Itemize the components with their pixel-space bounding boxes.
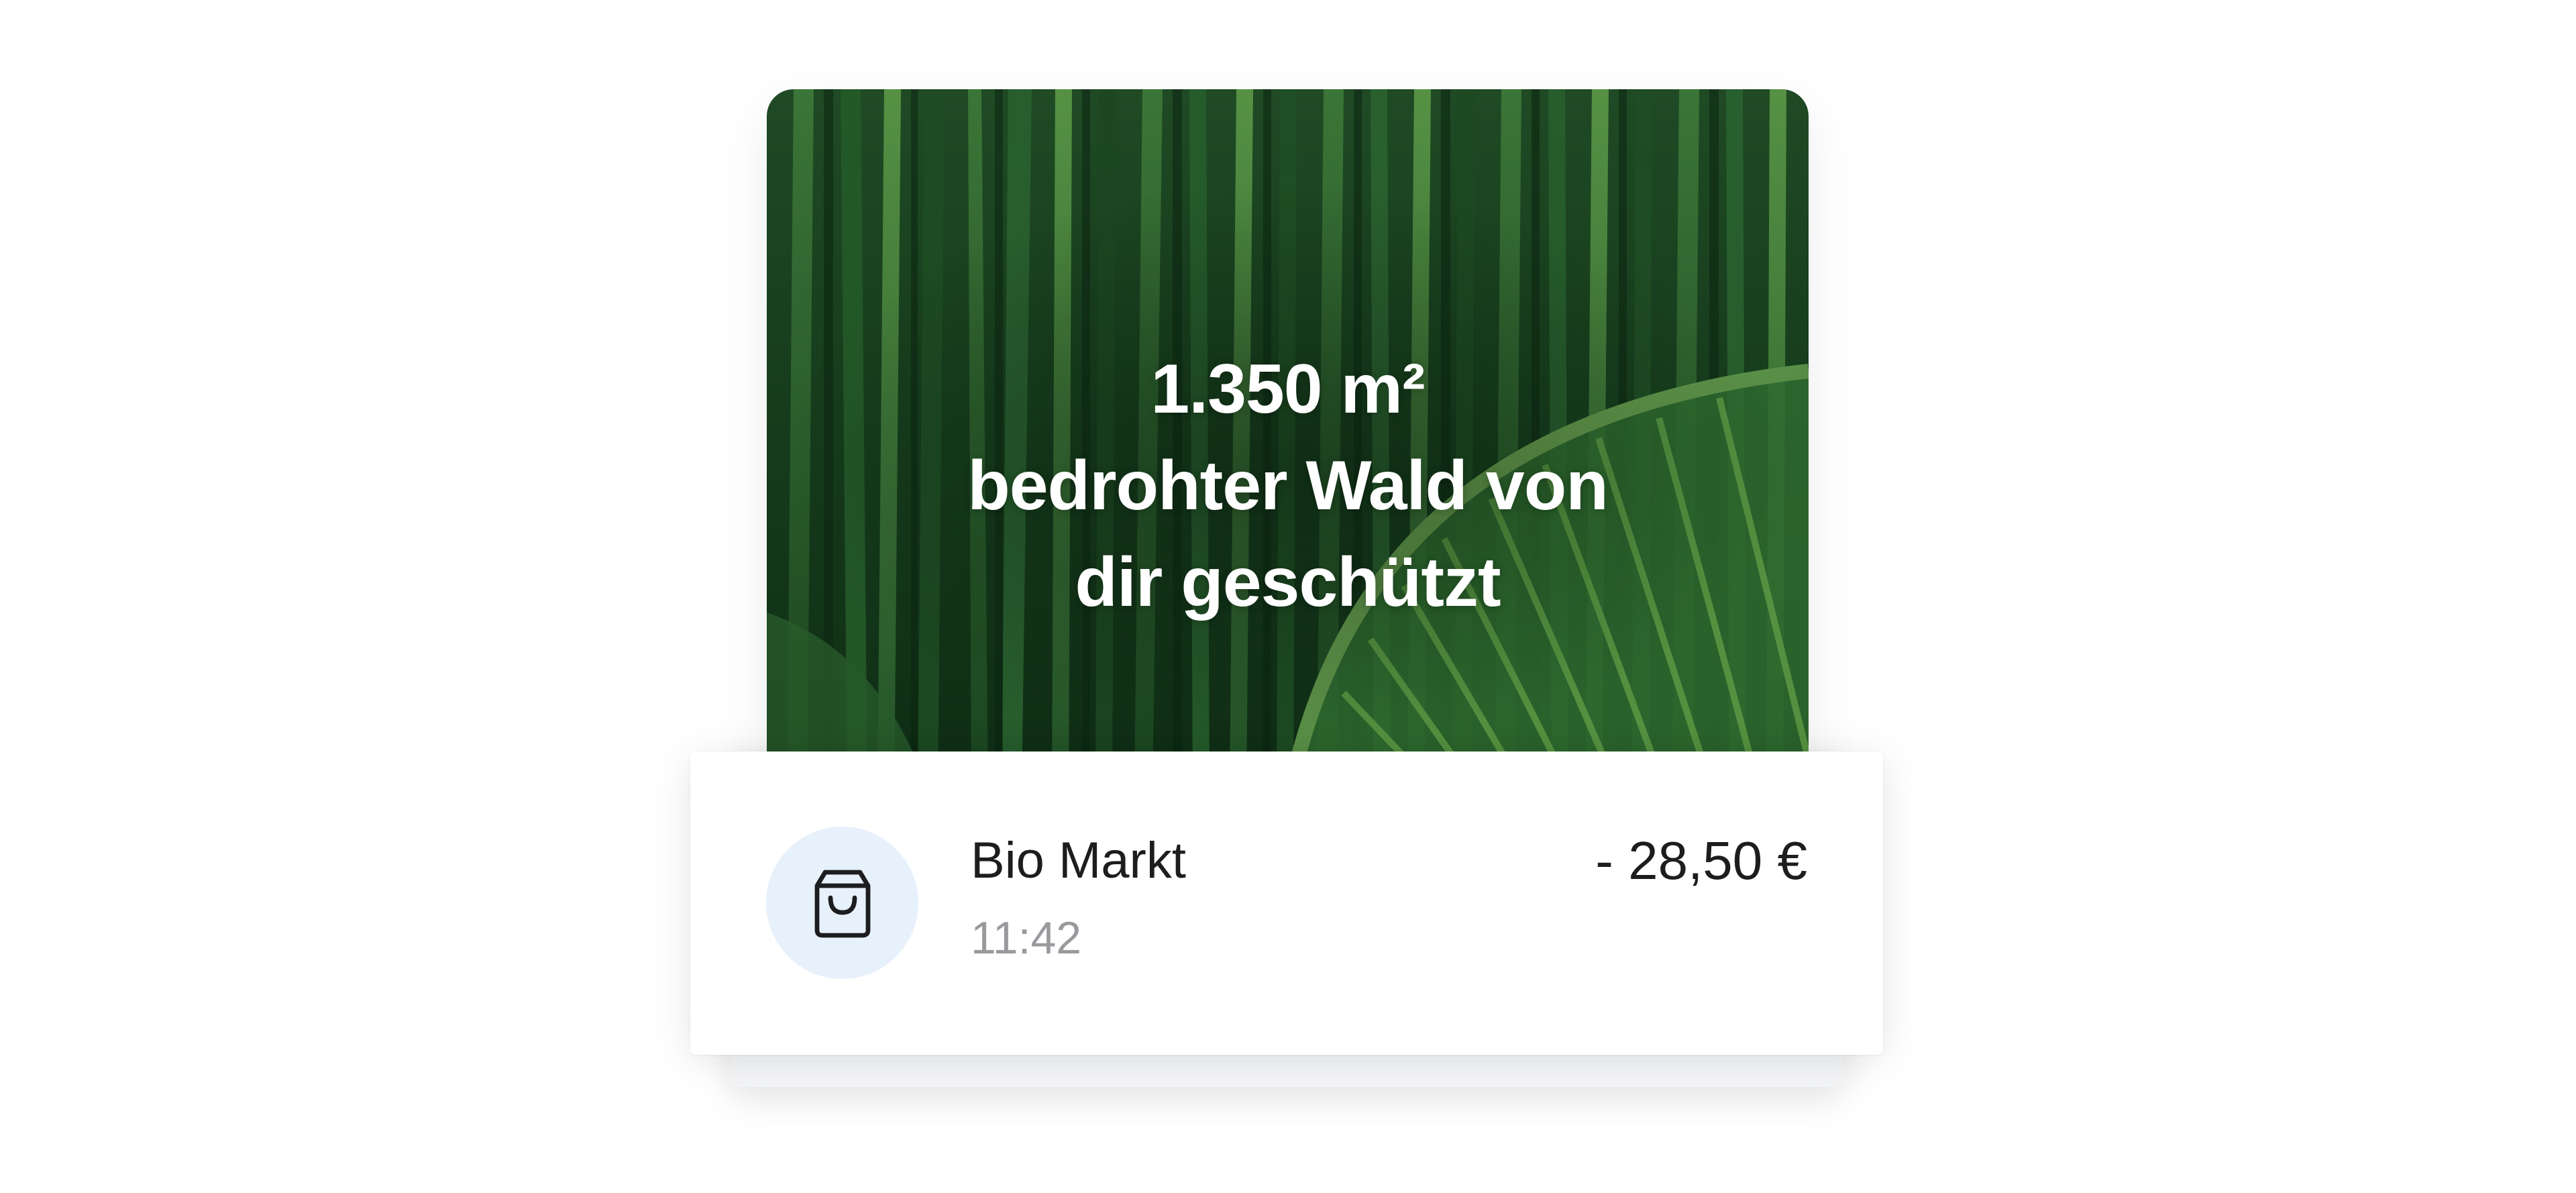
impact-headline: 1.350 m² bedrohter Wald von dir geschütz… [767, 341, 1809, 631]
transaction-time: 11:42 [971, 913, 1082, 964]
impact-text-line2: bedrohter Wald von [967, 447, 1609, 525]
merchant-icon-badge [766, 827, 918, 979]
transaction-card[interactable]: Bio Markt 11:42 - 28,50 € [690, 751, 1883, 1055]
merchant-name: Bio Markt [971, 832, 1186, 889]
forest-impact-card: 1.350 m² bedrohter Wald von dir geschütz… [767, 89, 1809, 792]
shopping-bag-icon [814, 870, 870, 937]
impact-area: 1.350 m² [1150, 350, 1425, 428]
impact-text-line3: dir geschützt [1075, 543, 1501, 621]
transaction-amount: - 28,50 € [1595, 831, 1807, 890]
